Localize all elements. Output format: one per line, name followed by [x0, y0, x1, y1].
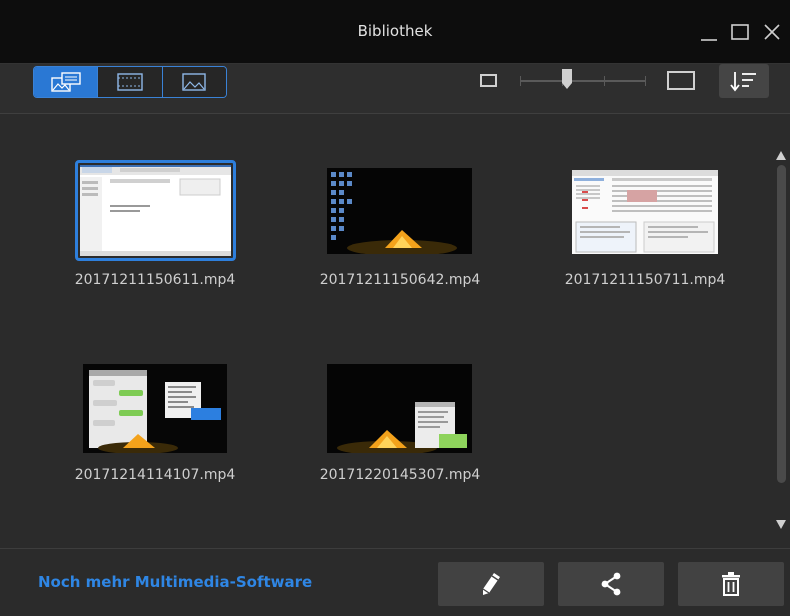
- thumbnail-view-button[interactable]: [34, 67, 99, 97]
- file-name: 20171211150611.mp4: [74, 272, 236, 288]
- video-thumbnail: [327, 168, 472, 254]
- file-item[interactable]: 20171211150642.mp4: [300, 160, 500, 290]
- edit-pencil-icon: [482, 573, 500, 595]
- small-size-icon[interactable]: [480, 74, 497, 87]
- file-item[interactable]: 20171211150711.mp4: [545, 160, 745, 290]
- image-view-button[interactable]: [162, 67, 226, 97]
- file-item[interactable]: 20171214114107.mp4: [55, 355, 255, 485]
- share-icon: [601, 572, 621, 596]
- file-item[interactable]: 20171211150611.mp4: [55, 160, 255, 290]
- slider-handle[interactable]: [561, 68, 573, 90]
- scroll-down-arrow-icon[interactable]: [775, 515, 787, 529]
- edit-button[interactable]: [438, 562, 544, 606]
- sort-descending-icon: [730, 72, 756, 92]
- landscape-image-icon: [182, 73, 207, 91]
- thumbnail-size-slider[interactable]: [520, 68, 646, 94]
- thumbnail-grid-icon: [50, 72, 81, 92]
- file-name: 20171220145307.mp4: [319, 467, 481, 483]
- delete-button[interactable]: [678, 562, 784, 606]
- scroll-up-arrow-icon[interactable]: [775, 147, 787, 160]
- file-item[interactable]: 20171220145307.mp4: [300, 355, 500, 485]
- minimize-icon[interactable]: [697, 20, 721, 44]
- more-software-link[interactable]: Noch mehr Multimedia-Software: [38, 573, 312, 591]
- share-button[interactable]: [558, 562, 664, 606]
- video-thumbnail: [572, 170, 718, 254]
- library-grid: 20171211150611.mp4 20171211150642.mp4 20…: [0, 115, 790, 547]
- video-view-button[interactable]: [98, 67, 163, 97]
- large-size-icon[interactable]: [667, 71, 695, 90]
- toolbar: [0, 64, 790, 114]
- trash-icon: [722, 572, 740, 596]
- file-name: 20171211150642.mp4: [319, 272, 481, 288]
- maximize-icon[interactable]: [728, 20, 752, 44]
- file-name: 20171211150711.mp4: [564, 272, 726, 288]
- sort-button[interactable]: [719, 64, 769, 98]
- title-bar: Bibliothek: [0, 0, 790, 64]
- scrollbar-thumb[interactable]: [777, 165, 786, 483]
- file-name: 20171214114107.mp4: [74, 467, 236, 483]
- film-frame-icon: [117, 73, 143, 91]
- close-icon[interactable]: [760, 20, 784, 44]
- video-thumbnail: [327, 364, 472, 453]
- video-thumbnail: [83, 364, 227, 453]
- footer-bar: Noch mehr Multimedia-Software: [0, 548, 790, 616]
- video-thumbnail: [80, 165, 231, 256]
- view-mode-group: [33, 66, 227, 98]
- vertical-scrollbar[interactable]: [772, 145, 790, 530]
- window-title: Bibliothek: [357, 22, 433, 40]
